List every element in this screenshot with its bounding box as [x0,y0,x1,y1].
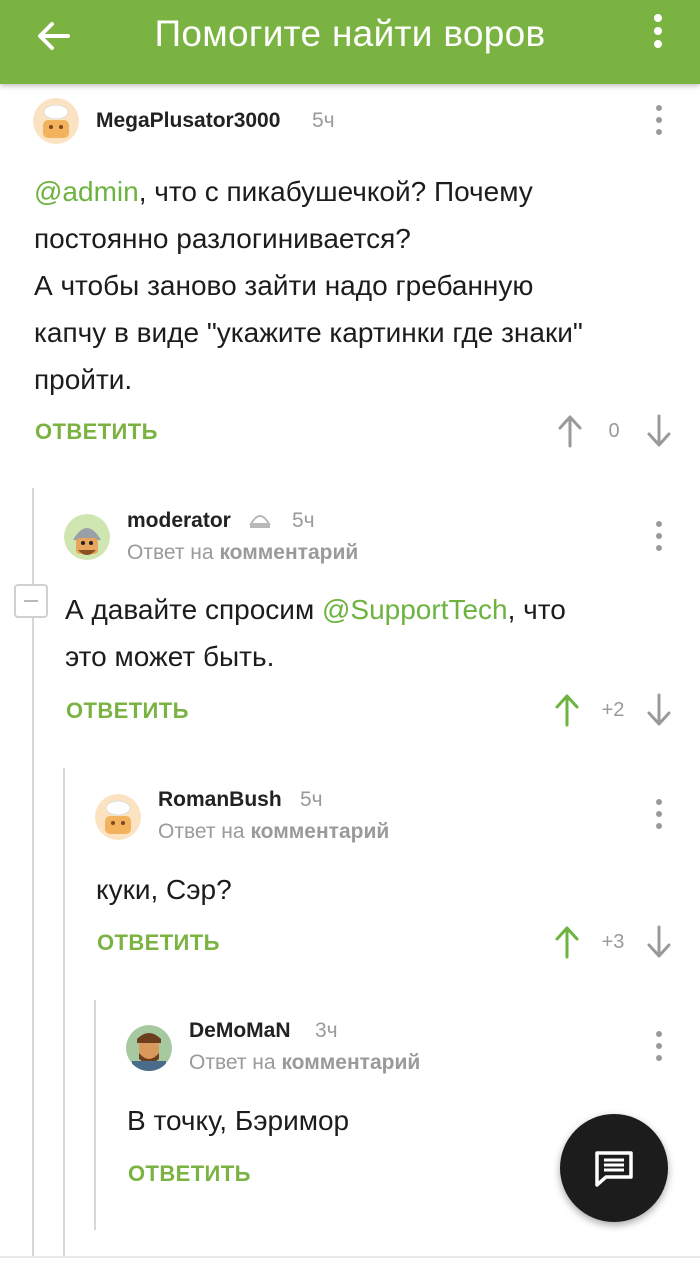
reply-button[interactable]: ОТВЕТИТЬ [97,930,220,956]
mention-link[interactable]: @admin [34,176,139,207]
comment-author[interactable]: MegaPlusator3000 [96,109,280,133]
page-title: Помогите найти воров [154,13,546,54]
vote-down-icon[interactable] [646,925,672,959]
comment-text: куки, Сэр? [96,874,232,905]
comment-author[interactable]: RomanBush [158,788,282,812]
vote-down-icon[interactable] [646,414,672,448]
reply-button[interactable]: ОТВЕТИТЬ [66,698,189,724]
vote-up-icon[interactable] [554,693,580,727]
thread-line [63,768,65,1258]
thread-line [94,1000,96,1230]
add-comment-button[interactable] [560,1114,668,1222]
reply-to-label[interactable]: Ответ на комментарий [158,820,389,844]
comment-time: 5ч [300,788,323,811]
more-vertical-icon[interactable] [652,1030,666,1062]
rating-value: 0 [608,420,620,442]
avatar[interactable] [33,98,79,144]
mention-link[interactable]: @SupportTech [322,594,508,625]
comment-time: 5ч [292,509,315,532]
reply-to-label[interactable]: Ответ на комментарий [189,1051,420,1075]
comment-time: 5ч [312,109,335,132]
comment-author[interactable]: DeMoMaN [189,1019,291,1043]
more-vertical-icon[interactable] [646,12,670,52]
comment-author[interactable]: moderator [127,509,231,533]
more-vertical-icon[interactable] [652,104,666,136]
app-bar: Помогите найти воров [0,0,700,84]
comment-text: @admin, что с пикабушечкой? Почему посто… [34,176,583,395]
avatar[interactable] [126,1025,172,1071]
more-vertical-icon[interactable] [652,798,666,830]
comment-text: В точку, Бэримор [127,1105,350,1136]
more-vertical-icon[interactable] [652,520,666,552]
avatar[interactable] [64,514,110,560]
avatar[interactable] [95,794,141,840]
moderator-badge-icon [247,506,273,537]
vote-up-icon[interactable] [557,414,583,448]
rating-value: +3 [601,931,625,953]
collapse-thread-button[interactable] [14,584,48,618]
divider [0,1256,700,1258]
reply-to-label[interactable]: Ответ на комментарий [127,541,358,565]
rating-value: +2 [601,699,625,721]
reply-button[interactable]: ОТВЕТИТЬ [128,1161,251,1187]
reply-button[interactable]: ОТВЕТИТЬ [35,419,158,445]
vote-down-icon[interactable] [646,693,672,727]
comment-text: А давайте спросим @SupportTech, что это … [65,594,566,672]
comment-time: 3ч [315,1019,338,1042]
vote-up-icon[interactable] [554,925,580,959]
